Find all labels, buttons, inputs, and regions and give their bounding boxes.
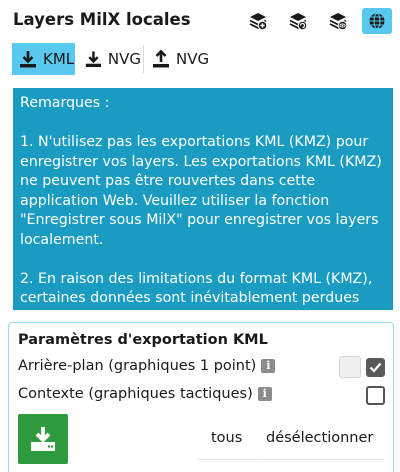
export-settings-title: Paramètres d'exportation KML [18,332,268,348]
option-background: Arrière-plan (graphiques 1 point) i [18,358,276,374]
context-checkbox[interactable] [366,386,385,405]
layer-import-icon[interactable] [283,8,313,34]
tab-nvg-upload[interactable]: NVG [145,43,215,75]
tab-divider [143,45,144,73]
deselect-link[interactable]: désélectionner [266,430,373,446]
remarks-heading: Remarques : [20,95,110,111]
panel-title: Layers MilX locales [13,10,191,29]
select-all-link[interactable]: tous [211,430,242,446]
option-context: Contexte (graphiques tactiques) i [18,386,272,402]
download-button[interactable] [18,414,68,464]
option-label: Contexte (graphiques tactiques) [18,386,253,402]
download-icon [20,51,36,68]
layer-add-icon[interactable] [243,8,273,34]
remarks-paragraph-1: 1. N'utilisez pas les exportations KML (… [20,134,382,248]
select-all-underline [197,459,257,460]
upload-icon [153,49,169,68]
remarks-box: Remarques : 1. N'utilisez pas les export… [13,88,393,326]
remarks-paragraph-2: 2. En raison des limitations du format K… [20,270,373,326]
tab-nvg-download[interactable]: NVG [78,43,141,75]
globe-icon[interactable] [362,8,392,34]
download-tray-icon [31,427,55,451]
layer-visibility-icon[interactable] [323,8,353,34]
tab-kml-download[interactable]: KML [12,43,75,75]
tab-label: NVG [176,50,210,68]
download-icon [85,51,102,68]
color-swatch[interactable] [339,356,361,378]
panel-header: Layers MilX locales [0,0,400,42]
deselect-underline [258,459,384,460]
checkmark-icon [369,362,382,373]
background-checkbox[interactable] [366,358,385,377]
export-settings-panel: Paramètres d'exportation KML Arrière-pla… [8,322,394,472]
tab-label: KML [43,50,75,68]
info-icon[interactable]: i [261,359,276,373]
tab-label: NVG [107,50,141,68]
info-icon[interactable]: i [257,387,272,401]
option-label: Arrière-plan (graphiques 1 point) [18,358,257,374]
